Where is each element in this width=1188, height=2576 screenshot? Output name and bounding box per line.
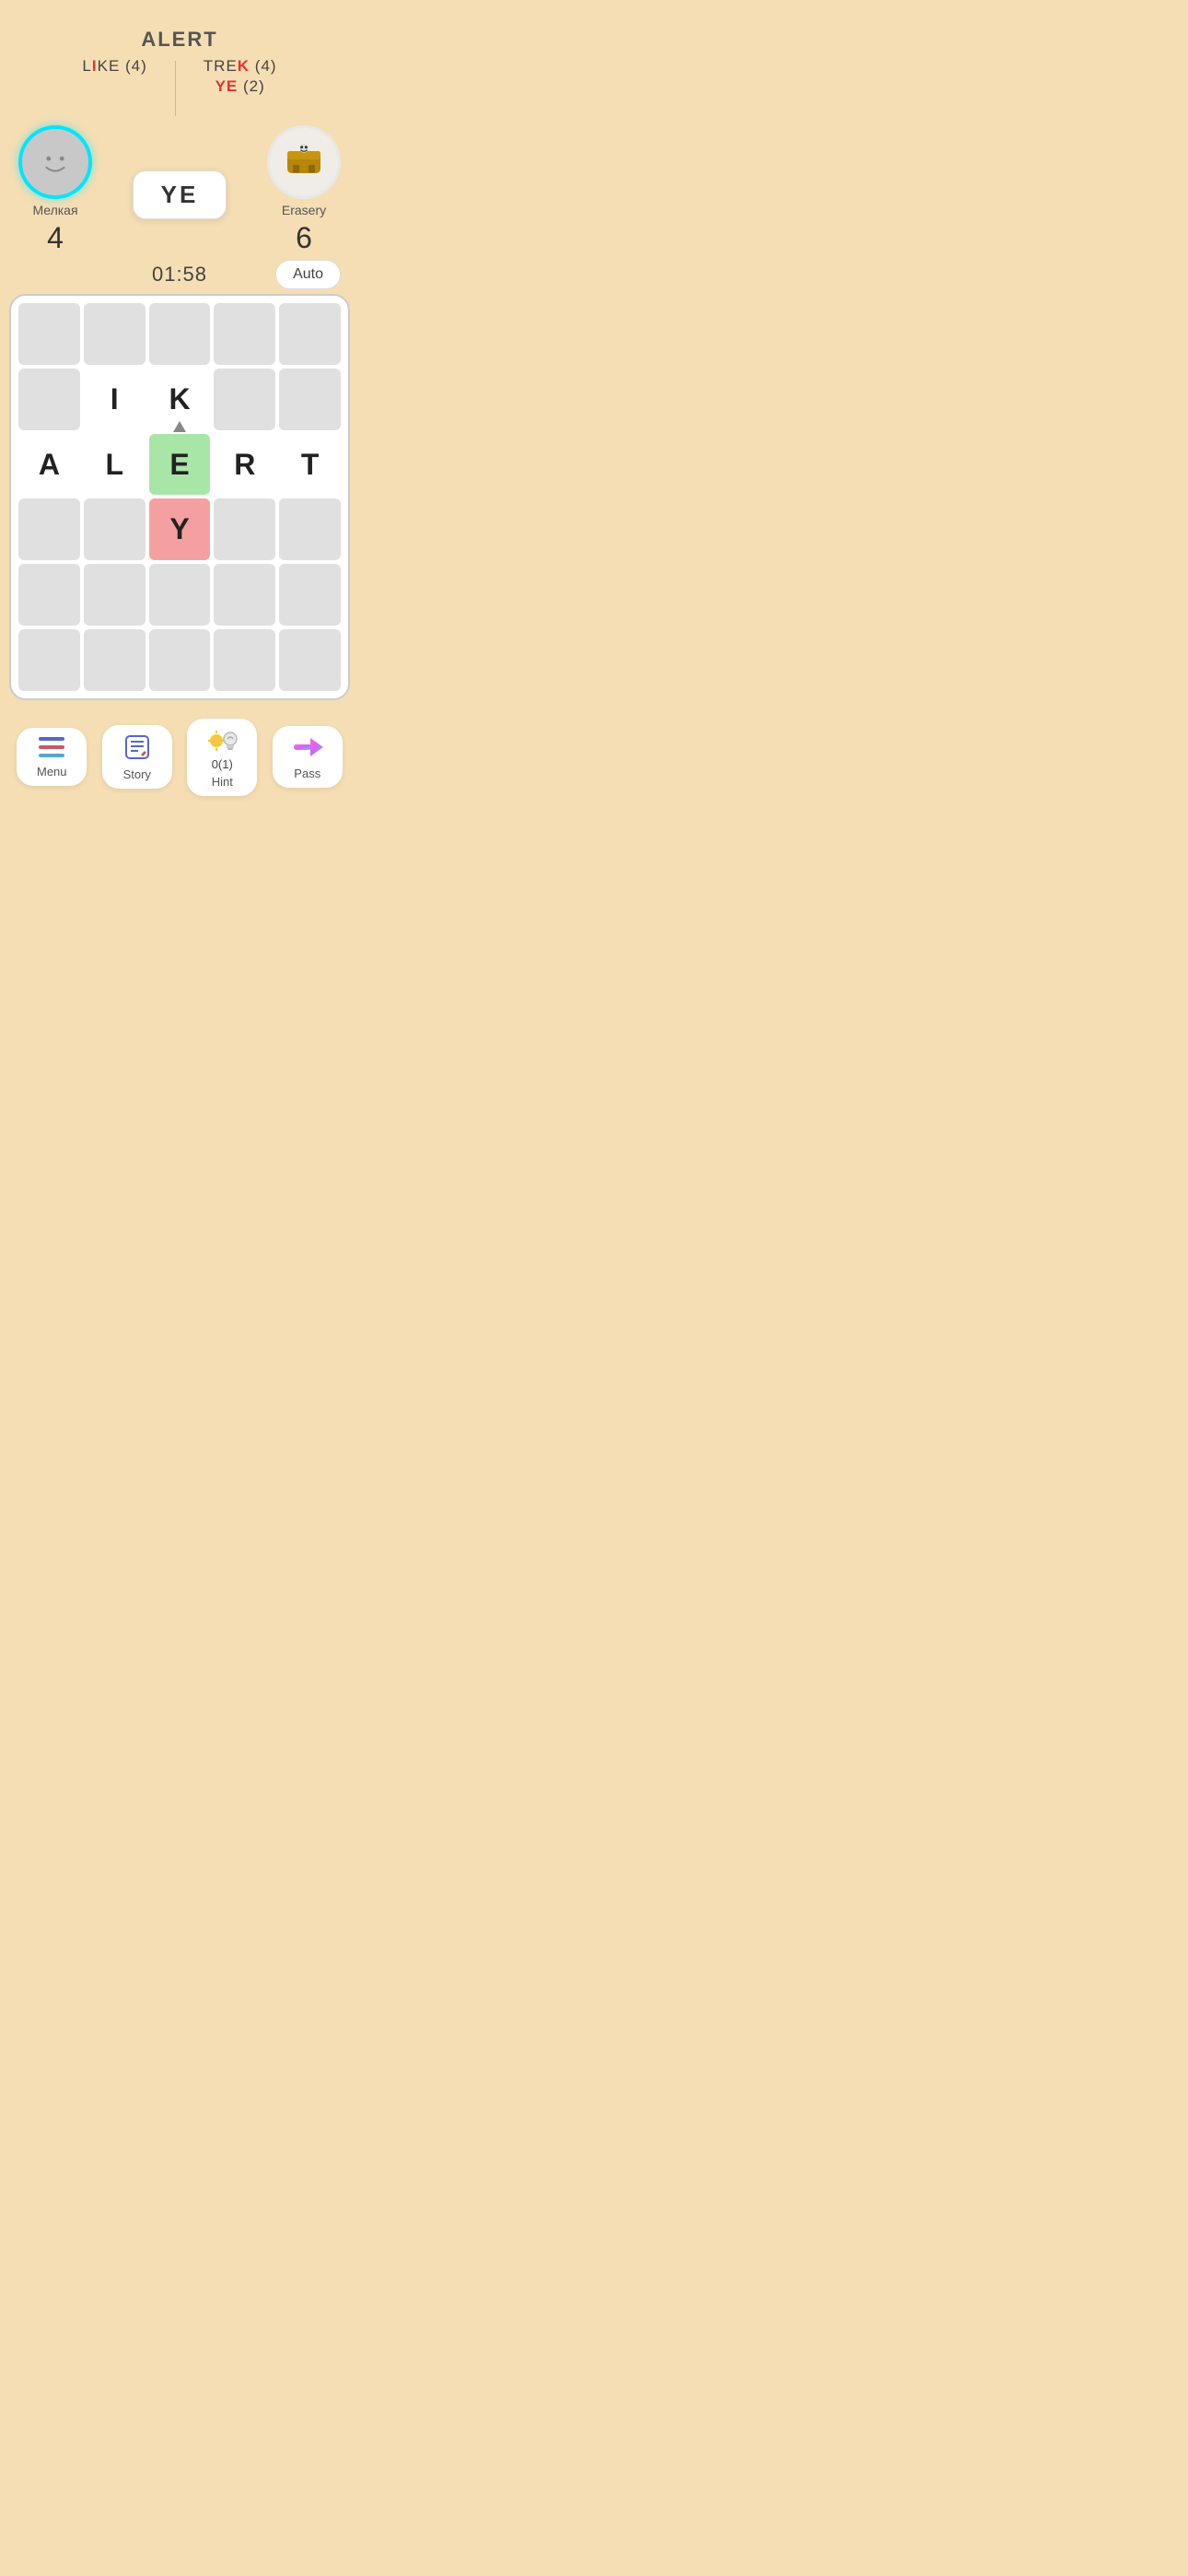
right-player: Erasery 6 (267, 125, 341, 255)
alert-label: ALERT (141, 28, 217, 52)
story-label: Story (123, 767, 151, 781)
auto-button[interactable]: Auto (275, 260, 341, 289)
pass-icon (292, 735, 323, 763)
trek-entry: TREK (4) (204, 57, 277, 76)
cell-letter: L (105, 448, 123, 482)
grid-cell[interactable]: I (84, 369, 146, 430)
menu-label: Menu (37, 765, 67, 779)
cell-letter: K (169, 382, 190, 416)
grid-cell[interactable]: T (279, 434, 341, 496)
grid-cell[interactable] (149, 303, 211, 365)
grid-cell[interactable] (84, 564, 146, 626)
left-player-score: 4 (47, 221, 64, 255)
cell-letter: R (234, 448, 255, 482)
grid-cell[interactable]: A (18, 434, 80, 496)
cell-letter: E (169, 448, 189, 482)
hint-icon (205, 728, 239, 754)
grid-cell[interactable] (279, 564, 341, 626)
menu-icon (39, 737, 64, 761)
right-player-name: Erasery (282, 203, 326, 217)
right-avatar (267, 125, 341, 199)
grid-cell[interactable]: Y (149, 498, 211, 560)
left-word-col: LIKE (4) (82, 57, 146, 76)
grid-cell[interactable] (214, 498, 275, 560)
left-avatar (18, 125, 92, 199)
word-scores: LIKE (4) TREK (4) YE (2) (82, 57, 276, 116)
timer-display: 01:58 (152, 263, 207, 287)
grid-cell[interactable] (18, 564, 80, 626)
left-player-name: Мелкая (32, 203, 77, 217)
right-word-col: TREK (4) YE (2) (204, 57, 277, 96)
grid-cell[interactable]: R (214, 434, 275, 496)
grid-cell[interactable] (149, 564, 211, 626)
grid-cell[interactable] (214, 564, 275, 626)
divider (175, 61, 176, 116)
grid-cell[interactable] (214, 629, 275, 691)
story-nav-item[interactable]: Story (102, 725, 172, 789)
current-word-area: YE (133, 170, 227, 219)
smiley-icon (33, 140, 77, 184)
grid-cell[interactable] (84, 303, 146, 365)
arrow-indicator (173, 421, 186, 432)
story-icon (124, 734, 150, 764)
grid-cell[interactable]: L (84, 434, 146, 496)
game-grid: I K A L E R T Y (18, 303, 341, 691)
grid-cell[interactable] (279, 629, 341, 691)
right-player-score: 6 (296, 221, 312, 255)
like-entry: LIKE (4) (82, 57, 146, 76)
cell-letter: A (39, 448, 60, 482)
cell-letter: I (111, 382, 119, 416)
timer-row: 01:58 Auto (0, 255, 359, 294)
grid-cell[interactable] (18, 498, 80, 560)
hint-nav-item[interactable]: 0(1) Hint (187, 719, 257, 796)
menu-nav-item[interactable]: Menu (17, 728, 87, 786)
grid-cell[interactable] (279, 369, 341, 430)
grid-cell[interactable] (214, 369, 275, 430)
grid-cell[interactable] (18, 369, 80, 430)
grid-cell[interactable] (18, 629, 80, 691)
grid-cell[interactable] (214, 303, 275, 365)
hint-label: Hint (212, 775, 233, 789)
score-area: ALERT LIKE (4) TREK (4) YE (2) (0, 0, 359, 135)
hint-count: 0(1) (212, 757, 233, 771)
bottom-nav: Menu Story (0, 709, 359, 814)
grid-cell[interactable]: E (149, 434, 211, 496)
left-player: Мелкая 4 (18, 125, 92, 255)
grid-cell[interactable] (18, 303, 80, 365)
grid-cell[interactable] (84, 498, 146, 560)
pass-label: Pass (294, 767, 320, 780)
grid-cell[interactable] (279, 498, 341, 560)
grid-cell[interactable] (279, 303, 341, 365)
players-row: Мелкая 4 YE Erasery 6 (0, 116, 359, 255)
cell-letter: Y (169, 512, 189, 546)
ye-entry: YE (2) (215, 77, 265, 96)
grid-cell[interactable] (84, 629, 146, 691)
game-grid-container: I K A L E R T Y (9, 294, 350, 700)
pass-nav-item[interactable]: Pass (273, 726, 343, 788)
grid-cell[interactable] (149, 629, 211, 691)
eraser-icon (276, 135, 332, 190)
current-word-bubble: YE (133, 170, 227, 219)
cell-letter: T (301, 448, 320, 482)
